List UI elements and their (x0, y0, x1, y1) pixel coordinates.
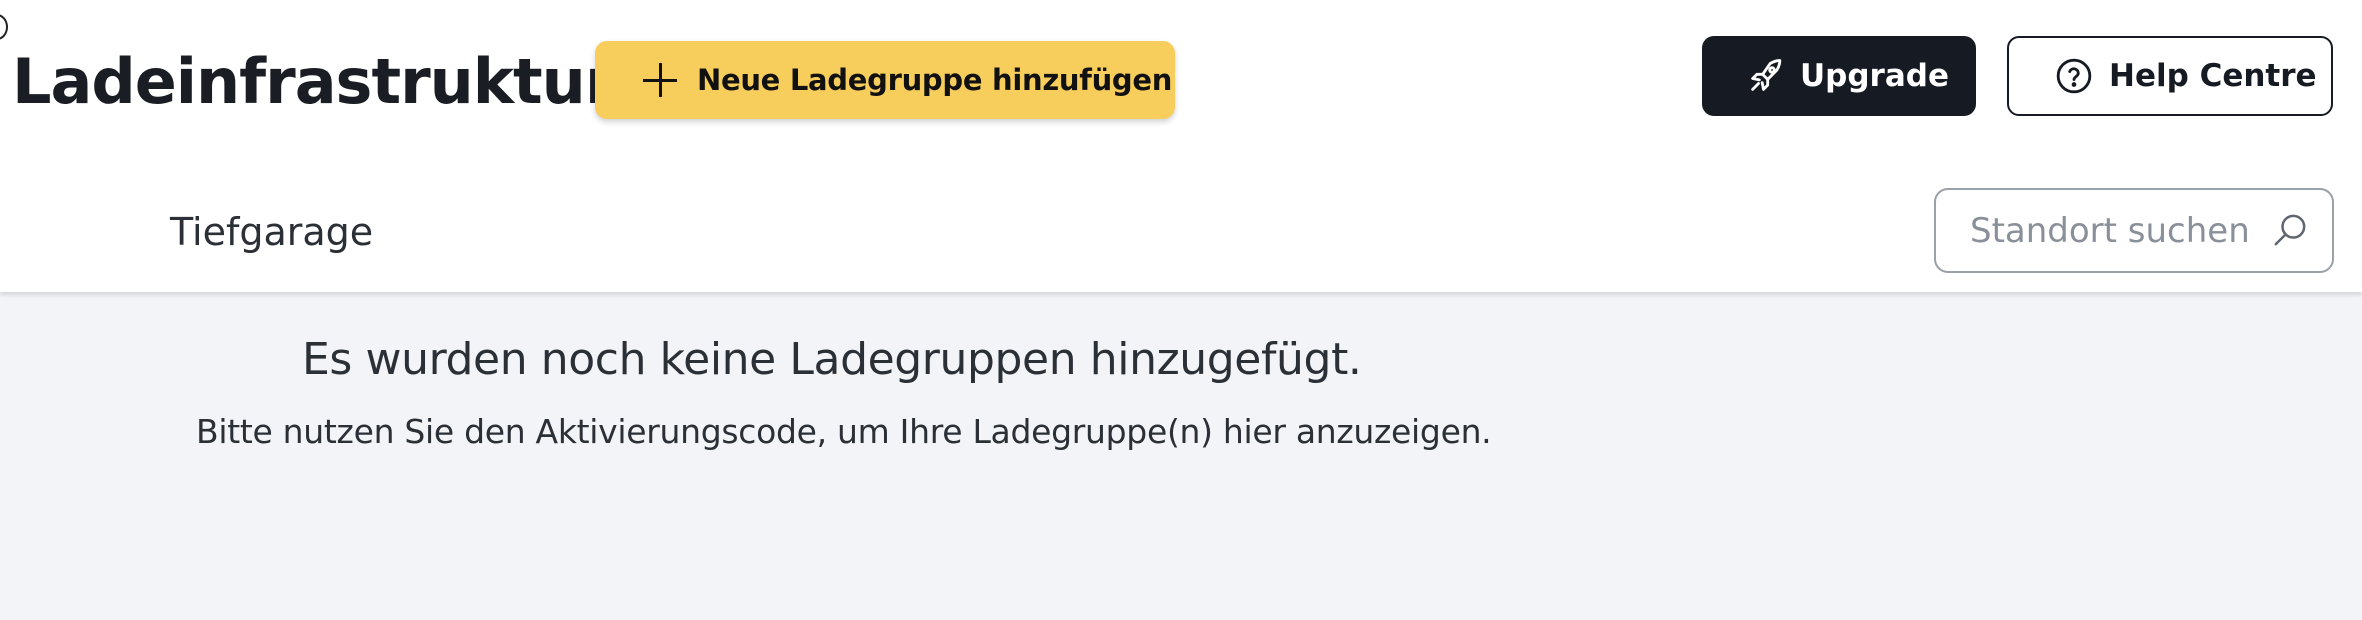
page-title: Ladeinfrastruktur (12, 45, 615, 118)
page: Ladeinfrastruktur Neue Ladegruppe hinzuf… (0, 0, 2362, 620)
help-circle-icon (2056, 58, 2092, 94)
main-content: Es wurden noch keine Ladegruppen hinzuge… (0, 292, 2362, 620)
empty-state-subtitle: Bitte nutzen Sie den Aktivierungscode, u… (196, 412, 1492, 451)
upgrade-button[interactable]: Upgrade (1702, 36, 1976, 116)
rocket-icon (1751, 59, 1782, 91)
plus-icon (643, 63, 677, 97)
corner-icon (0, 14, 8, 40)
header: Ladeinfrastruktur Neue Ladegruppe hinzuf… (0, 0, 2362, 292)
help-centre-label: Help Centre (2109, 58, 2317, 94)
location-search (1934, 188, 2334, 273)
help-centre-button[interactable]: Help Centre (2007, 36, 2333, 116)
tab-tiefgarage[interactable]: Tiefgarage (170, 206, 373, 258)
add-charging-group-label: Neue Ladegruppe hinzufügen (697, 63, 1173, 97)
search-icon[interactable] (2270, 210, 2310, 250)
empty-state-title: Es wurden noch keine Ladegruppen hinzuge… (302, 334, 1362, 385)
location-search-input[interactable] (1970, 202, 2270, 260)
upgrade-label: Upgrade (1800, 58, 1949, 94)
add-charging-group-button[interactable]: Neue Ladegruppe hinzufügen (595, 41, 1175, 119)
